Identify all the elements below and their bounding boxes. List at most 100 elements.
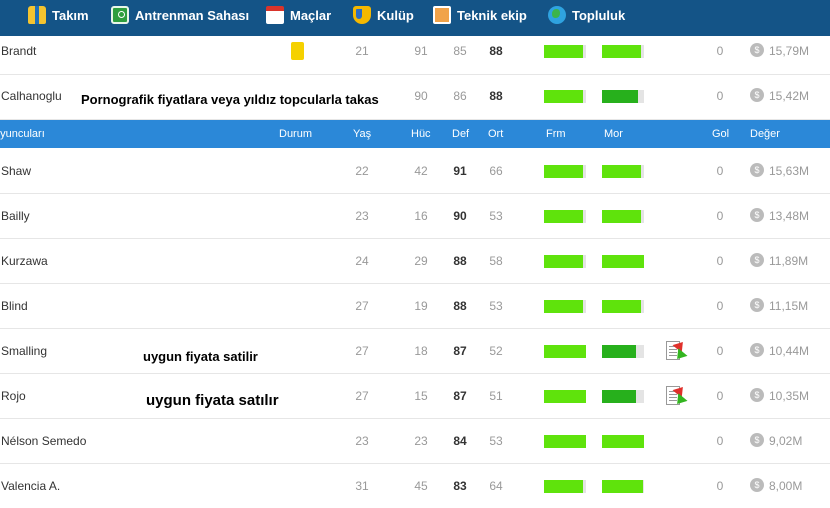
player-age: 22 (355, 164, 369, 178)
player-defense: 84 (453, 434, 467, 448)
player-row[interactable]: Rojo 27 15 87 51 0 $10,35M (0, 374, 830, 419)
player-row[interactable]: Brandt 21 91 85 88 0 $ 15,79M (0, 30, 830, 75)
form-bar (544, 435, 586, 448)
nav-topluluk[interactable]: Topluluk (548, 0, 625, 30)
player-name[interactable]: Kurzawa (1, 254, 48, 268)
header-frm[interactable]: Frm (546, 128, 566, 140)
player-age: 24 (355, 254, 369, 268)
player-row[interactable]: Blind 27 19 88 53 0 $11,15M (0, 284, 830, 329)
header-yas[interactable]: Yaş (353, 128, 371, 140)
coin-icon: $ (750, 88, 764, 102)
player-value: 11,89M (769, 254, 809, 268)
player-attack: 42 (414, 164, 428, 178)
coin-icon: $ (750, 433, 764, 447)
nav-takim[interactable]: Takım (28, 0, 89, 30)
shirt-icon (28, 6, 46, 24)
player-attack: 45 (414, 479, 428, 493)
player-row[interactable]: Kurzawa 24 29 88 58 0 $11,89M (0, 239, 830, 284)
form-bar (544, 45, 586, 58)
player-row[interactable]: Shaw 22 42 91 66 0 $15,63M (0, 149, 830, 194)
header-durum[interactable]: Durum (279, 128, 312, 140)
header-gol[interactable]: Gol (712, 128, 729, 140)
nav-kulup-label: Kulüp (377, 7, 414, 23)
player-name[interactable]: Valencia A. (1, 479, 60, 493)
player-average: 88 (489, 44, 503, 58)
training-field-icon (111, 6, 129, 24)
header-huc[interactable]: Hüc (411, 128, 431, 140)
form-bar (544, 255, 586, 268)
globe-icon (548, 6, 566, 24)
coin-icon: $ (750, 388, 764, 402)
player-name[interactable]: Smalling (1, 344, 47, 358)
player-defense: 90 (453, 209, 467, 223)
nav-maclar[interactable]: Maçlar (266, 0, 331, 30)
header-mor[interactable]: Mor (604, 128, 623, 140)
header-players[interactable]: oyuncuları (0, 128, 45, 140)
player-goals: 0 (716, 164, 724, 178)
nav-teknik-label: Teknik ekip (457, 7, 527, 23)
header-deger[interactable]: Değer (750, 128, 780, 140)
player-goals: 0 (716, 344, 724, 358)
morale-bar (602, 45, 644, 58)
player-defense: 86 (453, 89, 467, 103)
form-bar (544, 90, 586, 103)
overlay-text-2: uygun fiyata satilir (143, 349, 258, 364)
morale-bar (602, 165, 644, 178)
form-bar (544, 345, 586, 358)
overlay-text-3: uygun fiyata satılır (146, 392, 279, 409)
player-attack: 19 (414, 299, 428, 313)
nav-antrenman-sahasi[interactable]: Antrenman Sahası (111, 0, 249, 30)
staff-card-icon (433, 6, 451, 24)
player-name[interactable]: Rojo (1, 389, 26, 403)
transfer-list-icon[interactable] (665, 383, 688, 408)
player-goals: 0 (716, 254, 724, 268)
nav-kulup[interactable]: Kulüp (353, 0, 414, 30)
calendar-icon (266, 6, 284, 24)
morale-bar (602, 390, 644, 403)
player-row[interactable]: Smalling 27 18 87 52 0 $10,44M (0, 329, 830, 374)
player-average: 64 (489, 479, 503, 493)
coin-icon: $ (750, 478, 764, 492)
player-row[interactable]: Bailly 23 16 90 53 0 $13,48M (0, 194, 830, 239)
form-bar (544, 165, 586, 178)
player-name[interactable]: Shaw (1, 164, 31, 178)
header-ort[interactable]: Ort (488, 128, 503, 140)
player-name[interactable]: Calhanoglu (1, 89, 62, 103)
form-bar (544, 390, 586, 403)
coin-icon: $ (750, 253, 764, 267)
player-attack: 91 (414, 44, 428, 58)
player-row[interactable]: Valencia A. 31 45 83 64 0 $8,00M (0, 464, 830, 508)
nav-antrenman-label: Antrenman Sahası (135, 7, 250, 23)
header-def[interactable]: Def (452, 128, 469, 140)
player-goals: 0 (716, 209, 724, 223)
player-defense: 87 (453, 344, 467, 358)
nav-teknik-ekip[interactable]: Teknik ekip (433, 0, 527, 30)
player-average: 58 (489, 254, 503, 268)
player-name[interactable]: Bailly (1, 209, 30, 223)
coin-icon: $ (750, 343, 764, 357)
player-average: 53 (489, 434, 503, 448)
table-header: oyuncuları Durum Yaş Hüc Def Ort Frm Mor… (0, 120, 830, 148)
coin-icon: $ (750, 208, 764, 222)
player-defense: 87 (453, 389, 467, 403)
morale-bar (602, 300, 644, 313)
player-age: 27 (355, 344, 369, 358)
player-defense: 88 (453, 299, 467, 313)
player-name[interactable]: Blind (1, 299, 28, 313)
player-goals: 0 (716, 44, 724, 58)
player-attack: 16 (414, 209, 428, 223)
player-average: 52 (489, 344, 503, 358)
player-row[interactable]: Nélson Semedo 23 23 84 53 0 $9,02M (0, 419, 830, 464)
form-bar (544, 480, 586, 493)
player-goals: 0 (716, 479, 724, 493)
morale-bar (602, 255, 644, 268)
player-average: 88 (489, 89, 503, 103)
morale-bar (602, 90, 644, 103)
morale-bar (602, 435, 644, 448)
player-average: 53 (489, 299, 503, 313)
player-name[interactable]: Nélson Semedo (1, 434, 86, 448)
transfer-list-icon[interactable] (665, 338, 688, 363)
player-attack: 18 (414, 344, 428, 358)
player-age: 23 (355, 434, 369, 448)
player-name[interactable]: Brandt (1, 44, 36, 58)
